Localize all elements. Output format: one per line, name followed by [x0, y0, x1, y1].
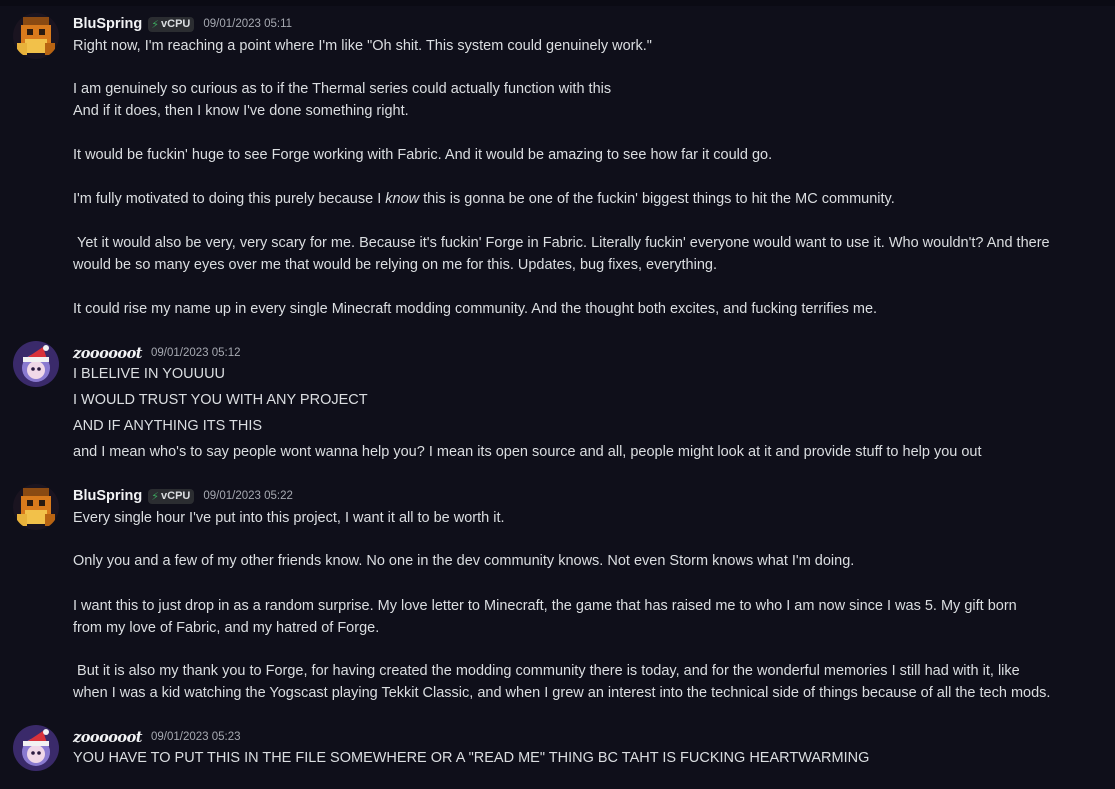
timestamp[interactable]: 09/01/2023 05:12	[151, 347, 241, 359]
message-header: BluSpring ⚡ vCPU 09/01/2023 05:22	[73, 486, 293, 506]
lightning-icon: ⚡	[151, 490, 160, 503]
timestamp[interactable]: 09/01/2023 05:22	[203, 490, 293, 502]
message-line: would be so many eyes over me that would…	[73, 257, 717, 273]
message-line: Every single hour I've put into this pro…	[73, 510, 505, 526]
avatar[interactable]	[13, 484, 59, 530]
message-line: I BLELIVE IN YOUUUU	[73, 366, 226, 382]
message-line: It could rise my name up in every single…	[73, 301, 878, 317]
message-line: when I was a kid watching the Yogscast p…	[73, 685, 1051, 701]
username[interactable]: zoooooot	[73, 729, 142, 746]
username[interactable]: BluSpring	[73, 488, 142, 504]
avatar-zoooooot-icon	[13, 725, 59, 771]
message-line-with-italic: I'm fully motivated to doing this purely…	[73, 188, 1103, 210]
message-line: and I mean who's to say people wont wann…	[73, 444, 982, 460]
message-line: I want this to just drop in as a random …	[73, 598, 1017, 614]
timestamp[interactable]: 09/01/2023 05:11	[203, 18, 292, 30]
timestamp[interactable]: 09/01/2023 05:23	[151, 731, 241, 743]
message-header: BluSpring ⚡ vCPU 09/01/2023 05:11	[73, 14, 292, 34]
username[interactable]: zoooooot	[73, 345, 142, 362]
message-line: I am genuinely so curious as to if the T…	[73, 81, 612, 97]
message-line: Yet it would also be very, very scary fo…	[73, 235, 1050, 251]
role-badge[interactable]: ⚡ vCPU	[148, 16, 195, 32]
badge-label: vCPU	[161, 490, 191, 502]
message-line: It would be fuckin' huge to see Forge wo…	[73, 147, 773, 163]
role-badge[interactable]: ⚡ vCPU	[148, 488, 195, 504]
italic-text: know	[385, 191, 420, 207]
lightning-icon: ⚡	[151, 18, 160, 31]
message-line: YOU HAVE TO PUT THIS IN THE FILE SOMEWHE…	[73, 750, 870, 766]
username[interactable]: BluSpring	[73, 16, 142, 32]
message-line: Right now, I'm reaching a point where I'…	[73, 38, 652, 54]
avatar-bluspring-icon	[13, 484, 59, 530]
message-line: AND IF ANYTHING ITS THIS	[73, 418, 263, 434]
message-line: from my love of Fabric, and my hatred of…	[73, 620, 380, 636]
badge-label: vCPU	[161, 18, 191, 30]
avatar[interactable]	[13, 341, 59, 387]
avatar[interactable]	[13, 725, 59, 771]
message-header: zoooooot 09/01/2023 05:12	[73, 343, 241, 363]
message-line: But it is also my thank you to Forge, fo…	[73, 663, 1020, 679]
avatar[interactable]	[13, 13, 59, 59]
avatar-bluspring-icon	[13, 13, 59, 59]
text-segment: this is gonna be one of the fuckin' bigg…	[423, 191, 895, 207]
message-line: And if it does, then I know I've done so…	[73, 103, 409, 119]
message-line: Only you and a few of my other friends k…	[73, 553, 855, 569]
message-header: zoooooot 09/01/2023 05:23	[73, 727, 241, 747]
avatar-zoooooot-icon	[13, 341, 59, 387]
message-line: I WOULD TRUST YOU WITH ANY PROJECT	[73, 392, 368, 408]
text-segment: I'm fully motivated to doing this purely…	[73, 191, 382, 207]
top-divider	[0, 0, 1115, 6]
